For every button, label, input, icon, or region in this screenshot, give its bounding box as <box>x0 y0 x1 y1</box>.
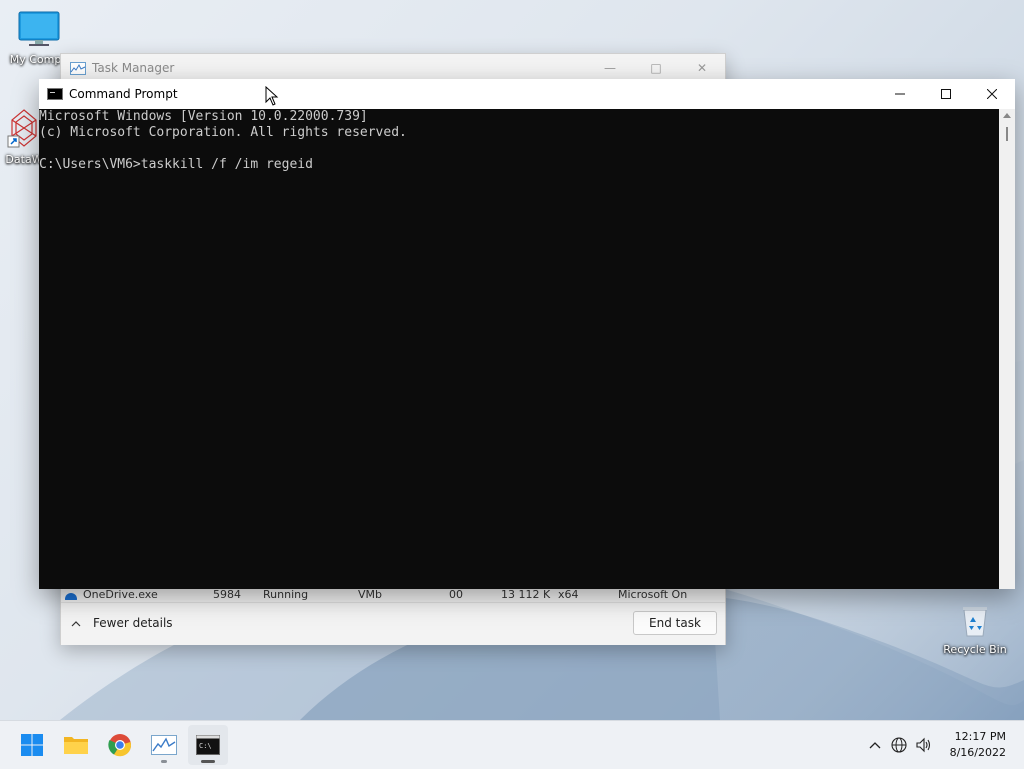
minimize-button[interactable]: — <box>587 54 633 82</box>
desktop-icon-label: Recycle Bin <box>943 643 1007 656</box>
process-status: Running <box>263 588 309 600</box>
maximize-button[interactable]: □ <box>633 54 679 82</box>
active-indicator <box>201 760 215 763</box>
process-pid: 5984 <box>213 588 241 600</box>
svg-text:C:\: C:\ <box>199 742 212 750</box>
desktop-icon-recycle-bin[interactable]: Recycle Bin <box>937 602 1013 656</box>
scrollbar-thumb[interactable] <box>1006 127 1008 141</box>
end-task-button[interactable]: End task <box>633 611 717 635</box>
command-prompt-title-bar[interactable]: Command Prompt <box>39 79 1015 109</box>
speaker-icon <box>916 737 931 753</box>
chrome-button[interactable] <box>100 725 140 765</box>
vertical-scrollbar[interactable] <box>999 109 1015 589</box>
console-command-line[interactable]: C:\Users\VM6>taskkill /f /im regeid <box>39 157 999 173</box>
windows-start-icon <box>21 734 43 756</box>
process-description: Microsoft On <box>618 588 688 600</box>
minimize-button[interactable] <box>877 79 923 109</box>
command-prompt-title: Command Prompt <box>69 87 178 101</box>
console-line: (c) Microsoft Corporation. All rights re… <box>39 125 407 140</box>
command-prompt-window[interactable]: Command Prompt Microsoft Windows [Versio… <box>39 79 1015 589</box>
minimize-icon: — <box>604 61 616 75</box>
maximize-icon <box>941 89 951 99</box>
datawarrior-shortcut-icon <box>7 109 37 148</box>
process-memory: 13 112 K <box>501 588 551 600</box>
close-icon: ✕ <box>696 61 708 75</box>
minimize-icon <box>895 93 905 95</box>
file-explorer-button[interactable] <box>56 725 96 765</box>
command-prompt-taskbar-button[interactable]: C:\ <box>188 725 228 765</box>
task-manager-title: Task Manager <box>92 61 175 75</box>
process-arch: x64 <box>558 588 579 600</box>
clock-time: 12:17 PM <box>954 730 1006 743</box>
computer-icon <box>18 11 60 46</box>
close-button[interactable]: ✕ <box>679 54 725 82</box>
maximize-button[interactable] <box>923 79 969 109</box>
cmd-icon <box>47 88 63 100</box>
chrome-icon <box>108 734 132 757</box>
globe-icon <box>891 737 907 753</box>
show-hidden-icons-button[interactable] <box>864 741 886 749</box>
table-row[interactable]: OneDrive.exe 5984 Running VMb 00 13 112 … <box>61 588 725 600</box>
console-line: Microsoft Windows [Version 10.0.22000.73… <box>39 109 368 124</box>
mouse-cursor-icon <box>265 86 279 106</box>
console-output[interactable]: Microsoft Windows [Version 10.0.22000.73… <box>39 109 999 589</box>
task-manager-taskbar-button[interactable] <box>144 725 184 765</box>
running-indicator <box>161 760 167 763</box>
taskbar: C:\ 12:17 PM 8/16/2022 <box>0 720 1024 769</box>
scroll-up-icon[interactable] <box>1003 113 1011 118</box>
chevron-up-icon <box>71 620 81 626</box>
maximize-icon: □ <box>650 61 662 75</box>
clock-date: 8/16/2022 <box>949 746 1006 759</box>
volume-button[interactable] <box>912 737 936 753</box>
clock[interactable]: 12:17 PM 8/16/2022 <box>950 729 1006 761</box>
process-user: VMb <box>358 588 382 600</box>
folder-icon <box>64 737 88 754</box>
onedrive-icon <box>65 593 77 600</box>
task-manager-icon <box>70 61 86 75</box>
task-manager-footer: Fewer details End task <box>61 602 725 645</box>
process-name: OneDrive.exe <box>83 588 158 600</box>
fewer-details-label: Fewer details <box>93 616 173 630</box>
close-button[interactable] <box>969 79 1015 109</box>
fewer-details-button[interactable]: Fewer details <box>71 616 173 630</box>
task-manager-icon <box>151 735 177 755</box>
close-icon <box>987 89 997 99</box>
recycle-bin-icon <box>963 607 987 637</box>
chevron-up-icon <box>869 742 881 749</box>
network-button[interactable] <box>886 737 912 753</box>
start-button[interactable] <box>12 725 52 765</box>
process-cpu: 00 <box>449 588 463 600</box>
cmd-icon: C:\ <box>196 735 220 755</box>
